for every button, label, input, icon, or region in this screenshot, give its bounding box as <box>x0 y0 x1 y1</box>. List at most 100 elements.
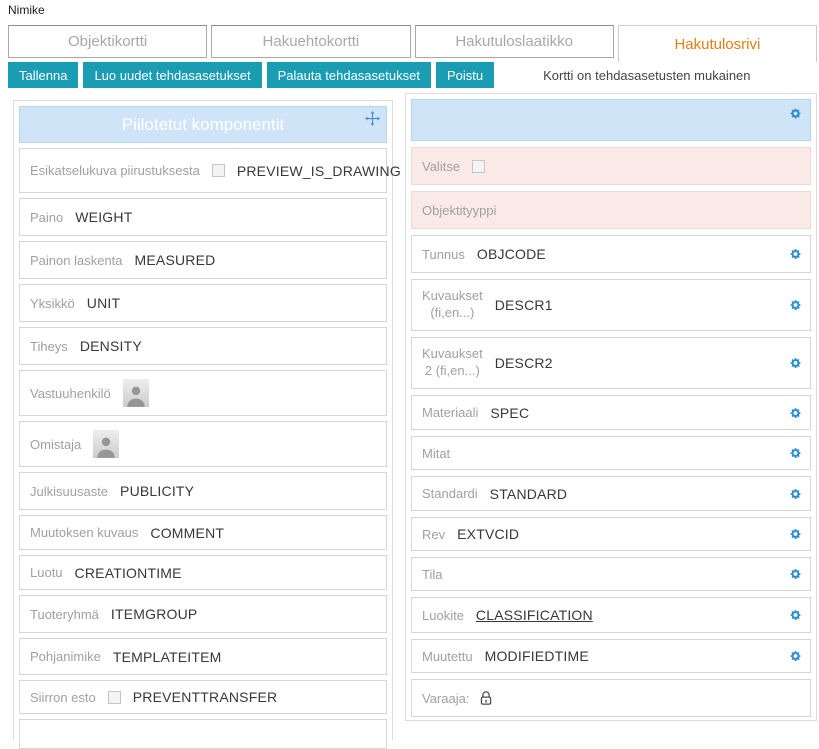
field-label: Varaaja: <box>422 691 469 706</box>
field-value: DESCR2 <box>495 355 553 371</box>
tab-hakuehtokortti[interactable]: Hakuehtokortti <box>211 25 410 58</box>
field-value: PUBLICITY <box>120 483 194 499</box>
field-label: Luotu <box>30 565 63 580</box>
field-row-tiheys[interactable]: TiheysDENSITY <box>19 327 387 365</box>
gear-icon[interactable] <box>789 609 802 622</box>
field-row-esikatselukuva-piirustuksesta[interactable]: Esikatselukuva piirustuksestaPREVIEW_IS_… <box>19 148 387 193</box>
field-row-mitat[interactable]: Mitat <box>411 436 811 470</box>
field-label: Materiaali <box>422 405 478 420</box>
field-value: SPEC <box>490 405 529 421</box>
field-value: CREATIONTIME <box>75 565 182 581</box>
toolbar: TallennaLuo uudet tehdasasetuksetPalauta… <box>8 62 751 88</box>
status-text: Kortti on tehdasasetusten mukainen <box>543 68 750 83</box>
tab-hakutulosrivi[interactable]: Hakutulosrivi <box>618 25 817 62</box>
field-label: Tiheys <box>30 339 68 354</box>
checkbox[interactable] <box>212 164 225 177</box>
field-value: MODIFIEDTIME <box>485 648 589 664</box>
field-value: OBJCODE <box>477 246 546 262</box>
field-label: Paino <box>30 210 63 225</box>
luo-uudet-tehdasasetukset-button[interactable]: Luo uudet tehdasasetukset <box>83 62 261 88</box>
gear-icon[interactable] <box>789 528 802 541</box>
field-row-materiaali[interactable]: Materiaali SPEC <box>411 395 811 430</box>
field-row-objektityyppi[interactable]: Objektityyppi <box>411 191 811 229</box>
field-value: PREVENTTRANSFER <box>133 689 278 705</box>
field-row-tuoteryhma[interactable]: TuoteryhmäITEMGROUP <box>19 595 387 633</box>
poistu-button[interactable]: Poistu <box>436 62 494 88</box>
field-row-yksikko[interactable]: Yksikkö UNIT <box>19 284 387 322</box>
field-value: CLASSIFICATION <box>476 607 593 623</box>
field-row-kuvaukset[interactable]: Kuvaukset2 (fi,en...) DESCR2 <box>411 337 811 389</box>
field-row-tunnus[interactable]: Tunnus OBJCODE <box>411 235 811 273</box>
tab-strip: ObjektikorttiHakuehtokorttiHakutuloslaat… <box>8 25 817 62</box>
field-row-julkisuusaste[interactable]: Julkisuusaste PUBLICITY <box>19 472 387 510</box>
field-row-luotu[interactable]: Luotu CREATIONTIME <box>19 555 387 590</box>
gear-icon[interactable] <box>789 248 802 261</box>
field-row-muutoksen-kuvaus[interactable]: Muutoksen kuvausCOMMENT <box>19 515 387 550</box>
gear-icon[interactable] <box>789 487 802 500</box>
field-value: DESCR1 <box>495 297 553 313</box>
checkbox[interactable] <box>108 691 121 704</box>
field-label: Standardi <box>422 486 478 501</box>
field-label: Tunnus <box>422 247 465 262</box>
field-row-rev[interactable]: RevEXTVCID <box>411 517 811 551</box>
toolbar-buttons: TallennaLuo uudet tehdasasetuksetPalauta… <box>8 62 494 88</box>
right-panel-header-row[interactable] <box>411 99 811 141</box>
gear-icon[interactable] <box>789 406 802 419</box>
gear-icon[interactable] <box>789 650 802 663</box>
field-label: Luokite <box>422 608 464 623</box>
tab-hakutuloslaatikko[interactable]: Hakutuloslaatikko <box>415 25 614 58</box>
field-label: Muutoksen kuvaus <box>30 525 138 540</box>
person-icon <box>93 430 119 458</box>
field-label: Objektityyppi <box>422 203 496 218</box>
field-label: Kuvaukset(fi,en...) <box>422 288 483 322</box>
gear-icon[interactable] <box>789 447 802 460</box>
lock-icon <box>479 690 493 707</box>
field-label: Kuvaukset2 (fi,en...) <box>422 346 483 380</box>
field-label: Omistaja <box>30 437 81 452</box>
gear-icon[interactable] <box>789 107 802 120</box>
field-value: UNIT <box>87 295 120 311</box>
field-row-empty[interactable] <box>19 719 387 749</box>
field-row-pohjanimike[interactable]: Pohjanimike TEMPLATEITEM <box>19 638 387 675</box>
person-icon <box>123 379 149 407</box>
gear-icon[interactable] <box>789 568 802 581</box>
tallenna-button[interactable]: Tallenna <box>8 62 78 88</box>
field-label: Yksikkö <box>30 296 75 311</box>
field-row-painon-laskenta[interactable]: Painon laskenta MEASURED <box>19 241 387 279</box>
field-label: Vastuuhenkilö <box>30 386 111 401</box>
field-value: TEMPLATEITEM <box>113 649 222 665</box>
field-row-varaaja[interactable]: Varaaja: <box>411 679 811 717</box>
field-value: PREVIEW_IS_DRAWING <box>237 163 401 179</box>
field-row-omistaja[interactable]: Omistaja <box>19 421 387 467</box>
tab-objektikortti[interactable]: Objektikortti <box>8 25 207 58</box>
page-title: Nimike <box>8 3 45 17</box>
gear-icon[interactable] <box>789 299 802 312</box>
left-panel-header: Piilotetut komponentit <box>19 106 387 143</box>
field-row-muutettu[interactable]: Muutettu MODIFIEDTIME <box>411 639 811 673</box>
field-row-paino[interactable]: Paino WEIGHT <box>19 198 387 236</box>
field-row-siirron-esto[interactable]: Siirron esto PREVENTTRANSFER <box>19 680 387 714</box>
palauta-tehdasasetukset-button[interactable]: Palauta tehdasasetukset <box>267 62 431 88</box>
field-label: Painon laskenta <box>30 253 123 268</box>
field-row-tila[interactable]: Tila <box>411 557 811 591</box>
field-label: Julkisuusaste <box>30 484 108 499</box>
field-row-standardi[interactable]: StandardiSTANDARD <box>411 476 811 511</box>
field-row-kuvaukset[interactable]: Kuvaukset(fi,en...) DESCR1 <box>411 279 811 331</box>
field-value: ITEMGROUP <box>111 606 198 622</box>
move-icon[interactable] <box>365 111 380 126</box>
field-row-vastuuhenkilo[interactable]: Vastuuhenkilö <box>19 370 387 416</box>
field-value: EXTVCID <box>457 526 519 542</box>
field-label: Muutettu <box>422 649 473 664</box>
field-label: Pohjanimike <box>30 649 101 664</box>
field-label: Siirron esto <box>30 690 96 705</box>
checkbox[interactable] <box>472 160 485 173</box>
field-label: Mitat <box>422 446 450 461</box>
field-label: Esikatselukuva piirustuksesta <box>30 163 200 178</box>
left-panel: Piilotetut komponentit Esikatselukuva pi… <box>13 100 393 740</box>
field-value: WEIGHT <box>75 209 132 225</box>
field-row-valitse[interactable]: Valitse <box>411 147 811 185</box>
field-row-luokite[interactable]: Luokite CLASSIFICATION <box>411 597 811 633</box>
field-label: Valitse <box>422 159 460 174</box>
field-value: MEASURED <box>135 252 216 268</box>
gear-icon[interactable] <box>789 357 802 370</box>
